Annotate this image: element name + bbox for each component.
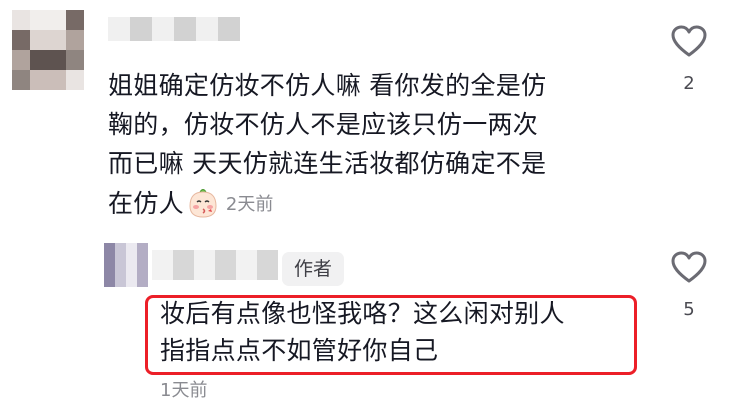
like-count: 2 [683,73,695,94]
reply-like-count: 5 [683,299,695,320]
comment-line: 而已嘛 天天仿就连生活妆都仿确定不是 [108,149,547,178]
reply-line: 妆后有点像也怪我咯？这么闲对别人 [160,299,565,328]
mosaic-cell [104,243,115,254]
comment-time: 2天前 [225,194,274,215]
comment-last-line: 在仿人 2天前 [108,183,273,223]
mosaic-cell [12,50,30,70]
comment-text: 姐姐确定仿妆不仿人嘛 看你发的全是仿 鞠的，仿妆不仿人不是应该只仿一两次 而已嘛… [108,66,628,183]
mosaic-cell [218,29,240,41]
mosaic-cell [130,17,152,29]
mosaic-cell [48,70,66,90]
mosaic-cell [137,265,148,276]
mosaic-cell [48,50,66,70]
comment-line: 姐姐确定仿妆不仿人嘛 看你发的全是仿 [108,71,547,100]
mosaic-cell [12,30,30,50]
reply-username[interactable] [152,250,278,280]
mosaic-cell [66,70,84,90]
mosaic-cell [126,276,137,287]
mosaic-cell [30,50,48,70]
mosaic-cell [115,276,126,287]
mosaic-cell [152,250,173,265]
avatar[interactable] [12,10,84,90]
mosaic-cell [137,243,148,254]
reply-time: 1天前 [160,380,208,401]
mosaic-cell [196,29,218,41]
mosaic-cell [196,17,218,29]
mosaic-cell [173,250,194,265]
mosaic-cell [30,10,48,30]
mosaic-cell [152,265,173,280]
mosaic-cell [48,10,66,30]
mosaic-cell [236,250,257,265]
emoji-sticker-icon [189,189,217,218]
mosaic-cell [108,17,130,29]
mosaic-cell [108,29,130,41]
mosaic-cell [126,254,137,265]
mosaic-cell [152,29,174,41]
like-heart-icon[interactable] [670,24,708,58]
mosaic-cell [137,254,148,265]
mosaic-cell [115,254,126,265]
mosaic-cell [12,10,30,30]
mosaic-cell [257,265,278,280]
mosaic-cell [30,30,48,50]
reply-line: 指指点点不如管好你自己 [160,336,439,365]
mosaic-cell [194,265,215,280]
mosaic-cell [173,265,194,280]
mosaic-cell [215,265,236,280]
mosaic-cell [126,243,137,254]
mosaic-cell [66,50,84,70]
mosaic-cell [174,29,196,41]
mosaic-cell [104,276,115,287]
mosaic-cell [66,30,84,50]
mosaic-cell [236,265,257,280]
comment-line: 鞠的，仿妆不仿人不是应该只仿一两次 [108,110,539,139]
mosaic-cell [174,17,196,29]
mosaic-cell [104,265,115,276]
mosaic-cell [137,276,148,287]
username[interactable] [108,17,240,41]
mosaic-cell [126,265,137,276]
mosaic-cell [215,250,236,265]
comment-line: 在仿人 [108,188,184,218]
reply-avatar[interactable] [104,243,148,287]
mosaic-cell [66,10,84,30]
like-heart-icon[interactable] [670,250,708,284]
mosaic-cell [104,254,115,265]
mosaic-cell [115,265,126,276]
mosaic-cell [12,70,30,90]
mosaic-cell [152,17,174,29]
author-badge: 作者 [282,252,345,286]
mosaic-cell [30,70,48,90]
mosaic-cell [115,243,126,254]
mosaic-cell [48,30,66,50]
reply-text: 妆后有点像也怪我咯？这么闲对别人 指指点点不如管好你自己 [160,295,565,369]
mosaic-cell [257,250,278,265]
mosaic-cell [194,250,215,265]
mosaic-cell [130,29,152,41]
mosaic-cell [218,17,240,29]
